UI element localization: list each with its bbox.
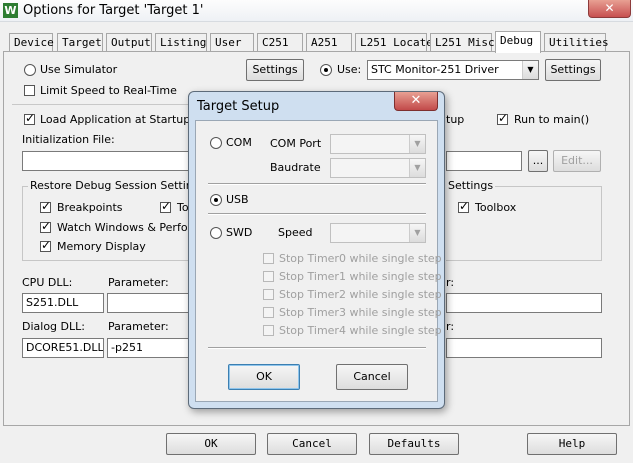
- use-simulator-label: Use Simulator: [40, 63, 118, 76]
- separator: [208, 347, 426, 349]
- run-to-main-label: Run to main(): [514, 113, 590, 126]
- window-title: Options for Target 'Target 1': [23, 3, 204, 18]
- simulator-settings-button[interactable]: Settings: [246, 59, 304, 81]
- speed-select[interactable]: ▼: [330, 223, 426, 243]
- init-file-label: Initialization File:: [22, 133, 115, 146]
- tab-l251-locate[interactable]: L251 Locate: [355, 33, 433, 51]
- toolbox-right-checkbox[interactable]: [458, 199, 469, 213]
- cpu-param-label: Parameter:: [108, 276, 169, 289]
- chevron-down-icon: ▼: [409, 135, 425, 153]
- defaults-button[interactable]: Defaults: [369, 433, 459, 455]
- right-cpu-param-input[interactable]: [446, 293, 602, 313]
- edit-button[interactable]: Edit...: [553, 150, 601, 172]
- window-close-button[interactable]: ✕: [588, 0, 631, 18]
- dialog-cancel-button[interactable]: Cancel: [336, 364, 408, 390]
- driver-settings-button[interactable]: Settings: [545, 59, 601, 81]
- separator: [208, 213, 426, 215]
- stop-timer1-label: Stop Timer1 while single step: [279, 270, 442, 283]
- com-label: COM: [226, 136, 252, 149]
- load-app-checkbox[interactable]: [24, 111, 35, 125]
- breakpoints-checkbox[interactable]: [40, 199, 51, 213]
- load-app-label: Load Application at Startup: [40, 113, 191, 126]
- tab-user[interactable]: User: [210, 33, 254, 51]
- stop-timer2-label: Stop Timer2 while single step: [279, 288, 442, 301]
- tab-listing[interactable]: Listing: [155, 33, 207, 51]
- dialog-dll-label: Dialog DLL:: [22, 320, 85, 333]
- stop-timer3-checkbox[interactable]: [263, 307, 274, 318]
- ok-button[interactable]: OK: [166, 433, 256, 455]
- tab-debug[interactable]: Debug: [495, 31, 541, 53]
- right-dialog-param-input[interactable]: [446, 338, 602, 358]
- usb-label: USB: [226, 193, 249, 206]
- restore-right-group-title: Settings: [446, 179, 496, 192]
- memory-display-checkbox[interactable]: [40, 238, 51, 252]
- stop-timer4-checkbox[interactable]: [263, 325, 274, 336]
- help-button[interactable]: Help: [527, 433, 617, 455]
- driver-select-value: STC Monitor-251 Driver: [371, 63, 499, 76]
- stop-timer3-label: Stop Timer3 while single step: [279, 306, 442, 319]
- stop-timer0-label: Stop Timer0 while single step: [279, 252, 442, 265]
- load-app-right-label: tup: [446, 113, 465, 126]
- toolbox-right-label: Toolbox: [475, 201, 517, 214]
- stop-timer2-checkbox[interactable]: [263, 289, 274, 300]
- watch-windows-checkbox[interactable]: [40, 219, 51, 233]
- tab-utilities[interactable]: Utilities: [544, 33, 609, 51]
- tab-l251-misc[interactable]: L251 Misc: [430, 33, 495, 51]
- tab-device[interactable]: Device: [9, 33, 54, 51]
- restore-group-title: Restore Debug Session Settings: [28, 179, 208, 192]
- watch-windows-label: Watch Windows & Performa: [57, 221, 210, 234]
- run-to-main-checkbox[interactable]: [497, 111, 508, 125]
- chevron-down-icon: ▼: [522, 61, 538, 79]
- usb-radio[interactable]: [210, 194, 222, 206]
- browse-button[interactable]: ...: [528, 150, 548, 172]
- toolbox-left-label: To: [177, 201, 189, 214]
- toolbox-left-checkbox[interactable]: [160, 199, 171, 213]
- driver-select[interactable]: STC Monitor-251 Driver ▼: [367, 60, 539, 80]
- right-dialog-param-label: r:: [446, 320, 455, 333]
- tab-output[interactable]: Output: [106, 33, 152, 51]
- cpu-param-input[interactable]: [107, 293, 197, 313]
- stop-timer1-checkbox[interactable]: [263, 271, 274, 282]
- use-label: Use:: [337, 63, 362, 76]
- restore-settings-right-group: [446, 186, 602, 261]
- use-driver-radio[interactable]: [320, 64, 332, 76]
- dialog-param-input[interactable]: -p251: [107, 338, 197, 358]
- right-cpu-param-label: r:: [446, 276, 455, 289]
- baudrate-label: Baudrate: [270, 161, 321, 174]
- com-port-label: COM Port: [270, 137, 322, 150]
- com-port-select[interactable]: ▼: [330, 134, 426, 154]
- chevron-down-icon: ▼: [409, 159, 425, 177]
- target-setup-dialog: Target Setup ✕ COM COM Port ▼ Baudrate ▼…: [188, 91, 445, 409]
- limit-speed-checkbox[interactable]: [24, 85, 35, 96]
- swd-radio[interactable]: [210, 227, 222, 239]
- app-icon: W: [3, 3, 18, 18]
- dialog-param-label: Parameter:: [108, 320, 169, 333]
- stop-timer0-checkbox[interactable]: [263, 253, 274, 264]
- swd-label: SWD: [226, 226, 253, 239]
- separator: [208, 183, 426, 185]
- memory-display-label: Memory Display: [57, 240, 146, 253]
- limit-speed-label: Limit Speed to Real-Time: [40, 84, 177, 97]
- tab-target[interactable]: Target: [57, 33, 103, 51]
- chevron-down-icon: ▼: [409, 224, 425, 242]
- init-file-right-input[interactable]: [446, 151, 522, 171]
- tab-a251[interactable]: A251: [306, 33, 352, 51]
- cpu-dll-label: CPU DLL:: [22, 276, 73, 289]
- dialog-dll-input[interactable]: DCORE51.DLL: [22, 338, 104, 358]
- use-simulator-radio[interactable]: [24, 64, 36, 76]
- cancel-button[interactable]: Cancel: [267, 433, 357, 455]
- breakpoints-label: Breakpoints: [57, 201, 123, 214]
- dialog-client: COM COM Port ▼ Baudrate ▼ USB SWD Speed …: [195, 120, 442, 402]
- tab-c251[interactable]: C251: [257, 33, 303, 51]
- cpu-dll-input[interactable]: S251.DLL: [22, 293, 104, 313]
- dialog-title: Target Setup: [197, 99, 280, 114]
- dialog-close-button[interactable]: ✕: [394, 92, 438, 111]
- baudrate-select[interactable]: ▼: [330, 158, 426, 178]
- com-radio[interactable]: [210, 137, 222, 149]
- dialog-ok-button[interactable]: OK: [228, 364, 300, 390]
- title-bar: W Options for Target 'Target 1' ✕: [0, 0, 633, 22]
- stop-timer4-label: Stop Timer4 while single step: [279, 324, 442, 337]
- speed-label: Speed: [278, 226, 313, 239]
